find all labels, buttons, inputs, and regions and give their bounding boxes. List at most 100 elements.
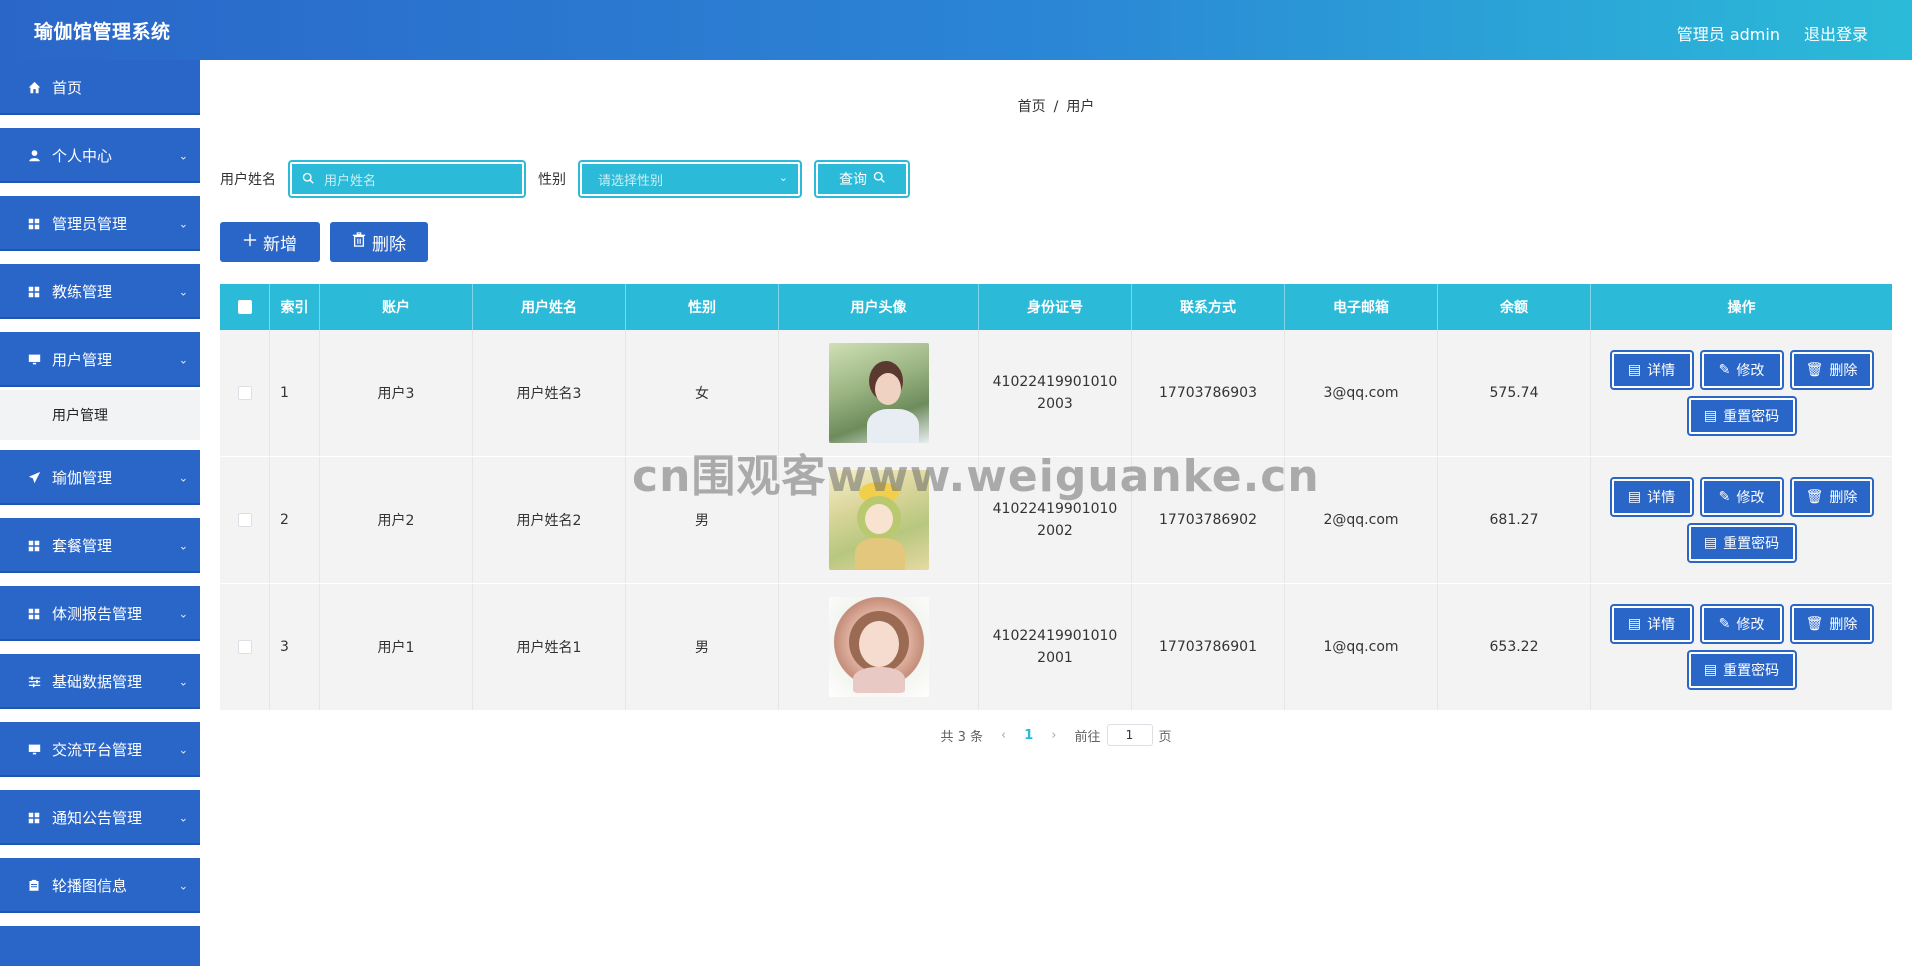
sidebar-item-label: 管理员管理 [52, 215, 128, 233]
detail-button-label: 详情 [1647, 617, 1676, 633]
cell-email: 3@qq.com [1285, 330, 1438, 456]
cell-id-number: 410224199010102002 [979, 457, 1132, 583]
grid-icon [26, 216, 42, 232]
batch-delete-button[interactable]: 删除 [330, 222, 428, 262]
sidebar-item-profile[interactable]: 个人中心 ⌄ [0, 128, 200, 186]
cell-ops: ▤ 详情 ✎ 修改 🗑 删除 ▤ 重置密码 [1591, 457, 1892, 583]
user-avatar-image [828, 597, 929, 697]
delete-button[interactable]: 🗑 删除 [1789, 350, 1874, 390]
sidebar-subitem-user-management[interactable]: 用户管理 [0, 390, 200, 440]
row-select-cell [220, 584, 270, 710]
edit-button[interactable]: ✎ 修改 [1699, 604, 1784, 644]
sidebar-item-label: 用户管理 [52, 351, 113, 369]
header-id-number: 身份证号 [979, 284, 1132, 330]
chevron-down-icon: ⌄ [178, 353, 188, 366]
sidebar-item-coach[interactable]: 教练管理 ⌄ [0, 264, 200, 322]
page-number-current[interactable]: 1 [1024, 728, 1033, 743]
reset-password-label: 重置密码 [1723, 536, 1780, 552]
app-title: 瑜伽馆管理系统 [34, 21, 171, 43]
cell-index: 1 [270, 330, 320, 456]
sidebar-item-notice[interactable]: 通知公告管理 ⌄ [0, 790, 200, 848]
edit-icon: ✎ [1718, 616, 1731, 632]
sidebar-item-yoga[interactable]: 瑜伽管理 ⌄ [0, 450, 200, 508]
sidebar-item-forum[interactable]: 交流平台管理 ⌄ [0, 722, 200, 780]
reset-password-button[interactable]: ▤ 重置密码 [1686, 650, 1797, 690]
sidebar-footer [0, 926, 200, 966]
cell-balance: 653.22 [1438, 584, 1591, 710]
logout-button[interactable]: 退出登录 [1804, 21, 1868, 45]
breadcrumb-separator: / [1053, 99, 1059, 115]
select-all-checkbox[interactable] [237, 300, 252, 314]
row-checkbox[interactable] [237, 386, 252, 400]
trash-icon: 🗑 [1805, 616, 1824, 632]
sidebar-item-carousel[interactable]: 轮播图信息 ⌄ [0, 858, 200, 916]
goto-page-input[interactable]: 1 [1106, 724, 1153, 746]
breadcrumb-home[interactable]: 首页 [1018, 99, 1046, 115]
clipboard-icon [26, 878, 42, 894]
chevron-down-icon: ⌄ [178, 539, 188, 552]
delete-button-label: 删除 [1829, 363, 1858, 379]
name-search-input[interactable]: 用户姓名 [288, 160, 526, 198]
document-icon: ▤ [1703, 535, 1718, 551]
prev-page-icon[interactable]: ‹ [1001, 728, 1006, 743]
delete-button[interactable]: 🗑 删除 [1789, 604, 1874, 644]
delete-button-label: 删除 [1829, 617, 1858, 633]
cell-account: 用户2 [320, 457, 473, 583]
sidebar-item-label: 交流平台管理 [52, 741, 143, 759]
row-actions-line: ▤ 详情 ✎ 修改 🗑 删除 [1609, 477, 1874, 517]
cell-phone: 17703786901 [1132, 584, 1285, 710]
query-button[interactable]: 查询 [814, 160, 910, 198]
sidebar-item-basedata[interactable]: 基础数据管理 ⌄ [0, 654, 200, 712]
gender-filter-label: 性别 [538, 172, 566, 188]
delete-button[interactable]: 🗑 删除 [1789, 477, 1874, 517]
reset-password-button[interactable]: ▤ 重置密码 [1686, 396, 1797, 436]
edit-button[interactable]: ✎ 修改 [1699, 477, 1784, 517]
row-checkbox[interactable] [237, 640, 252, 654]
cell-index: 2 [270, 457, 320, 583]
monitor-icon [26, 352, 42, 368]
document-icon: ▤ [1703, 408, 1718, 424]
chevron-down-icon: ⌄ [178, 471, 188, 484]
document-icon: ▤ [1627, 362, 1642, 378]
header-phone: 联系方式 [1132, 284, 1285, 330]
add-button[interactable]: 新增 [220, 222, 320, 262]
user-avatar-image [828, 343, 929, 443]
row-actions: ▤ 详情 ✎ 修改 🗑 删除 ▤ 重置密码 [1609, 477, 1874, 563]
name-filter-label: 用户姓名 [220, 172, 276, 188]
grid-icon [26, 810, 42, 826]
select-all-cell [220, 284, 270, 330]
next-page-icon[interactable]: › [1051, 728, 1056, 743]
cell-phone: 17703786903 [1132, 330, 1285, 456]
sidebar-item-report[interactable]: 体测报告管理 ⌄ [0, 586, 200, 644]
sidebar-item-label: 瑜伽管理 [52, 469, 113, 487]
grid-icon [26, 538, 42, 554]
detail-button[interactable]: ▤ 详情 [1609, 477, 1694, 517]
sidebar-item-admin[interactable]: 管理员管理 ⌄ [0, 196, 200, 254]
search-bar: 用户姓名 用户姓名 性别 请选择性别 ⌄ 查询 [220, 160, 910, 198]
trash-icon [352, 232, 366, 252]
header-gender: 性别 [626, 284, 779, 330]
cell-gender: 男 [626, 457, 779, 583]
gender-select[interactable]: 请选择性别 ⌄ [578, 160, 802, 198]
row-checkbox[interactable] [237, 513, 252, 527]
header-email: 电子邮箱 [1285, 284, 1438, 330]
current-user-label: 管理员 admin [1676, 25, 1780, 44]
reset-password-label: 重置密码 [1723, 409, 1780, 425]
detail-button[interactable]: ▤ 详情 [1609, 604, 1694, 644]
sidebar-item-users[interactable]: 用户管理 ⌄ [0, 332, 200, 390]
sidebar-item-package[interactable]: 套餐管理 ⌄ [0, 518, 200, 576]
chevron-down-icon: ⌄ [178, 149, 188, 162]
sidebar-item-label: 基础数据管理 [52, 673, 143, 691]
edit-button[interactable]: ✎ 修改 [1699, 350, 1784, 390]
reset-password-button[interactable]: ▤ 重置密码 [1686, 523, 1797, 563]
chevron-down-icon: ⌄ [178, 217, 188, 230]
search-icon [302, 172, 314, 187]
detail-button[interactable]: ▤ 详情 [1609, 350, 1694, 390]
detail-button-label: 详情 [1647, 363, 1676, 379]
breadcrumb: 首页 / 用户 [200, 96, 1912, 116]
sidebar-item-home[interactable]: 首页 [0, 60, 200, 118]
table-row: 2 用户2 用户姓名2 男 410224199010102002 1770378… [220, 457, 1892, 584]
cell-balance: 575.74 [1438, 330, 1591, 456]
user-avatar-image [828, 470, 929, 570]
chevron-down-icon: ⌄ [178, 811, 188, 824]
